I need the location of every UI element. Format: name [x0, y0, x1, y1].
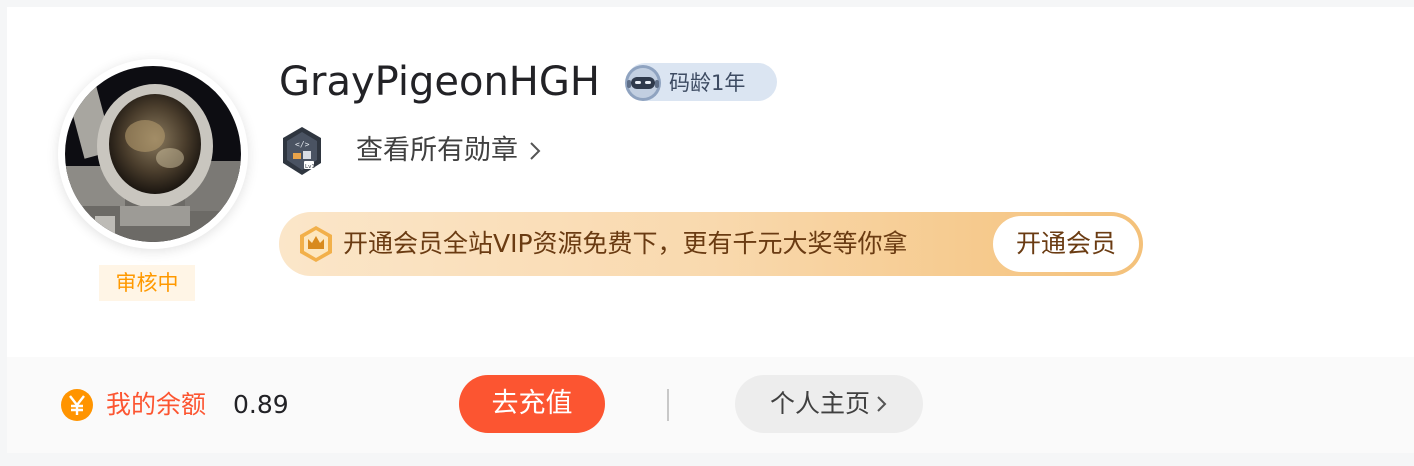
code-age-label: 码龄1年 — [669, 71, 746, 95]
view-all-badges-label: 查看所有勋章 — [356, 135, 518, 166]
view-all-badges-link[interactable]: 查看所有勋章 — [356, 131, 542, 171]
wallet-bar: 我的余额 0.89 去充值 个人主页 — [7, 357, 1414, 453]
chevron-right-icon — [877, 396, 887, 412]
svg-text:Lv1: Lv1 — [305, 164, 315, 170]
vip-promo-banner[interactable]: 开通会员全站VIP资源免费下，更有千元大奖等你拿 开通会员 — [279, 212, 1143, 276]
review-status-badge: 审核中 — [99, 265, 195, 301]
divider — [667, 389, 669, 421]
crown-icon — [300, 226, 332, 262]
username[interactable]: GrayPigeonHGH — [279, 57, 600, 107]
avatar[interactable] — [65, 66, 241, 242]
robot-icon — [625, 65, 661, 101]
recharge-button[interactable]: 去充值 — [459, 375, 605, 433]
balance-value: 0.89 — [233, 390, 289, 419]
code-age-badge[interactable]: 码龄1年 — [625, 63, 777, 101]
medal-badge-icon[interactable]: </> Lv1 — [279, 125, 325, 183]
avatar-frame[interactable] — [58, 59, 248, 249]
chevron-right-icon — [530, 142, 541, 160]
personal-homepage-label: 个人主页 — [769, 389, 870, 418]
balance-label: 我的余额 — [106, 390, 207, 419]
yen-coin-icon — [61, 389, 93, 421]
personal-homepage-button[interactable]: 个人主页 — [735, 375, 923, 433]
vip-promo-text: 开通会员全站VIP资源免费下，更有千元大奖等你拿 — [343, 229, 908, 258]
profile-card: 审核中 GrayPigeonHGH 码龄1年 </> Lv1 查看所有勋章 开通… — [7, 7, 1414, 357]
svg-text:</>: </> — [295, 140, 310, 149]
open-vip-button[interactable]: 开通会员 — [993, 216, 1139, 272]
astronaut-avatar-image — [65, 66, 241, 242]
